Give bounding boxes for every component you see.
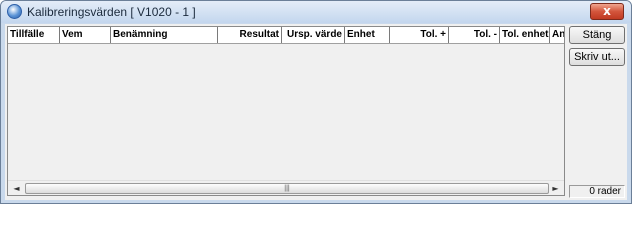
column-header-vem[interactable]: Vem <box>60 27 111 43</box>
column-header-benamning[interactable]: Benämning <box>111 27 218 43</box>
column-header-enhet[interactable]: Enhet <box>345 27 390 43</box>
close-button[interactable]: Stäng <box>569 26 625 44</box>
dialog-window: Kalibreringsvärden [ V1020 - 1 ] x Tillf… <box>0 0 632 204</box>
scrollbar-thumb[interactable]: ||| <box>25 183 549 194</box>
print-button[interactable]: Skriv ut... <box>569 48 625 66</box>
column-header-ursp-varde[interactable]: Ursp. värde <box>282 27 345 43</box>
window-close-button[interactable]: x <box>590 3 624 20</box>
scroll-left-icon[interactable]: ◄ <box>9 181 24 195</box>
window-title: Kalibreringsvärden [ V1020 - 1 ] <box>27 5 196 19</box>
grid-header: Tillfälle Vem Benämning Resultat Ursp. v… <box>8 27 564 44</box>
row-count-status: 0 rader <box>569 185 625 198</box>
scroll-right-icon[interactable]: ► <box>548 181 563 195</box>
column-header-tol-minus[interactable]: Tol. - <box>449 27 500 43</box>
app-icon <box>7 4 22 19</box>
column-header-resultat[interactable]: Resultat <box>218 27 282 43</box>
title-bar[interactable]: Kalibreringsvärden [ V1020 - 1 ] x <box>1 1 631 23</box>
column-header-tol-enhet[interactable]: Tol. enhet <box>500 27 550 43</box>
horizontal-scrollbar[interactable]: ◄ ||| ► <box>8 180 564 195</box>
column-header-tol-plus[interactable]: Tol. + <box>390 27 449 43</box>
column-header-tillfalle[interactable]: Tillfälle <box>8 27 60 43</box>
scrollbar-grip-icon: ||| <box>284 185 290 192</box>
calibration-grid[interactable]: Tillfälle Vem Benämning Resultat Ursp. v… <box>7 26 565 196</box>
dialog-client-area: Tillfälle Vem Benämning Resultat Ursp. v… <box>5 24 627 200</box>
column-header-anv[interactable]: Anv <box>550 27 564 43</box>
